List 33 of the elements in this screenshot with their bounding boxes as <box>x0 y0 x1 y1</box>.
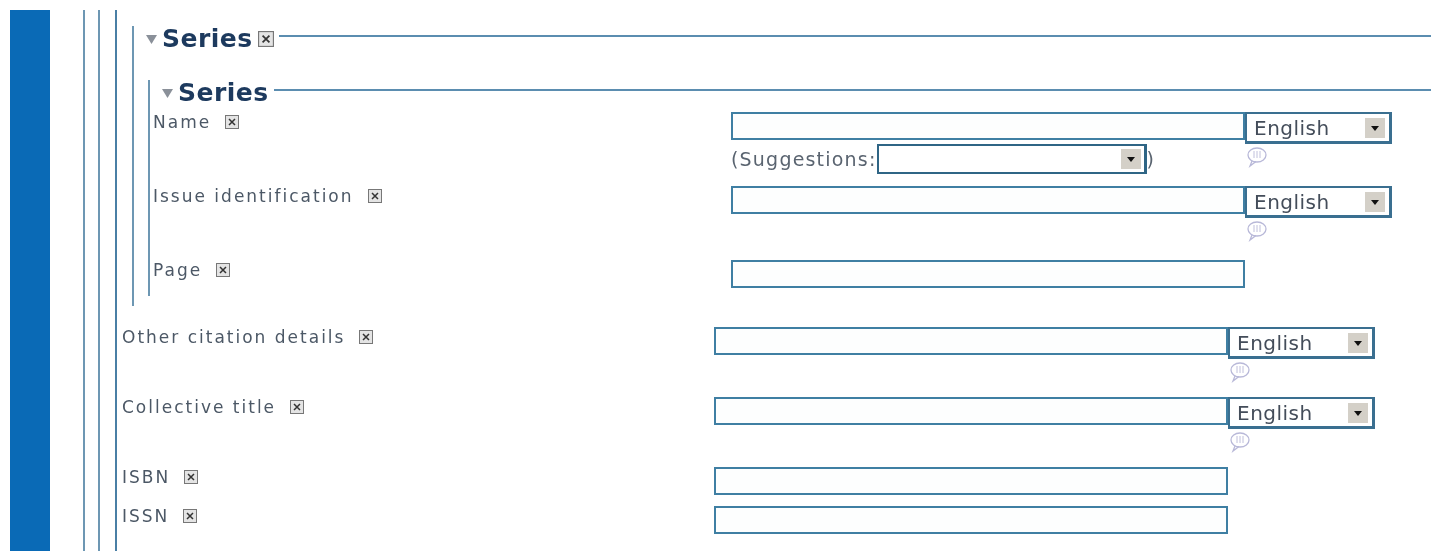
field-label: Issue identification <box>153 186 354 206</box>
remove-icon[interactable] <box>359 330 374 344</box>
text-field[interactable] <box>731 186 1245 214</box>
expand-triangle-icon[interactable] <box>162 88 173 98</box>
remove-icon[interactable] <box>257 31 274 47</box>
field-label: Name <box>153 112 212 132</box>
field-label: ISSN <box>122 506 170 526</box>
field-label: Collective title <box>122 397 277 417</box>
text-field[interactable] <box>731 260 1245 288</box>
remove-icon[interactable] <box>216 263 231 277</box>
suggestions-label: (Suggestions: <box>731 148 877 170</box>
language-select[interactable]: English <box>1228 397 1375 429</box>
section-title: Series <box>178 80 269 106</box>
remove-icon[interactable] <box>225 115 240 129</box>
language-select[interactable]: English <box>1245 112 1392 144</box>
field-label: Other citation details <box>122 327 346 347</box>
language-select[interactable]: English <box>1245 186 1392 218</box>
section-title: Series <box>162 26 253 52</box>
remove-icon[interactable] <box>367 189 382 203</box>
field-label: Page <box>153 260 203 280</box>
suggestions-select[interactable] <box>876 144 1147 174</box>
text-field[interactable] <box>714 327 1228 355</box>
suggestions-label: ) <box>1146 148 1156 170</box>
remove-icon[interactable] <box>184 470 199 484</box>
language-select[interactable]: English <box>1228 327 1375 359</box>
field-label: ISBN <box>122 467 171 487</box>
text-field[interactable] <box>714 397 1228 425</box>
text-field[interactable] <box>714 506 1228 534</box>
remove-icon[interactable] <box>290 400 305 414</box>
expand-triangle-icon[interactable] <box>146 34 157 44</box>
remove-icon[interactable] <box>183 509 198 523</box>
text-field[interactable] <box>731 112 1245 140</box>
text-field[interactable] <box>714 467 1228 495</box>
